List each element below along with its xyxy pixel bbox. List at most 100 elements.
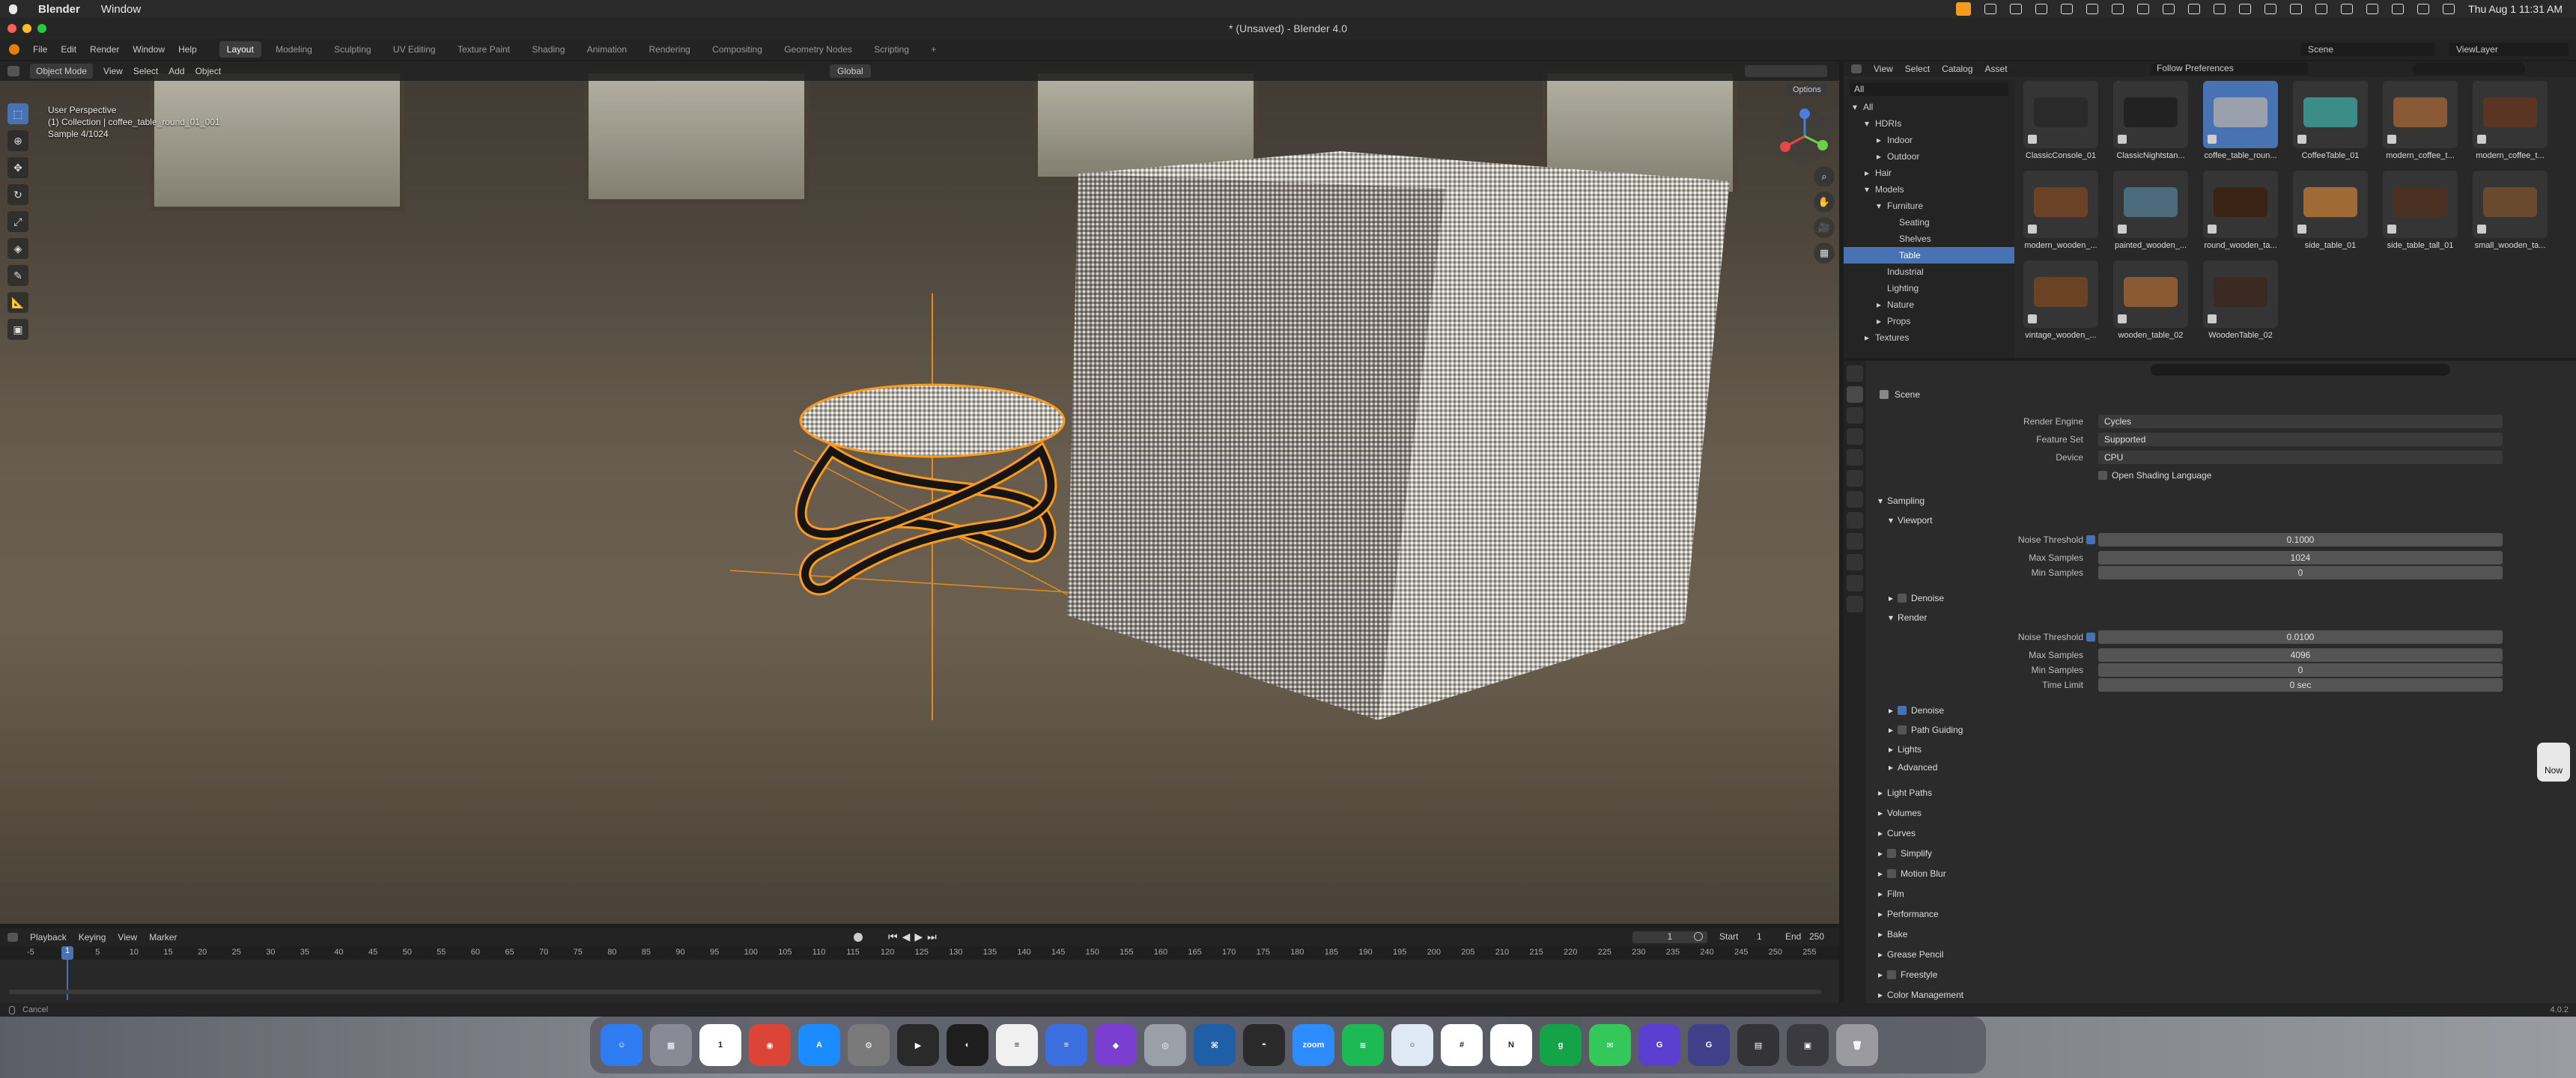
panel-freestyle[interactable]: ▸ Freestyle — [1878, 966, 2552, 983]
dock-app-blender-icon[interactable]: ◓ — [1243, 1024, 1285, 1066]
asset-tile[interactable]: ClassicConsole_01 — [2023, 81, 2098, 168]
catalog-filter[interactable]: All — [1850, 82, 2008, 96]
panel-motion-blur[interactable]: ▸ Motion Blur — [1878, 865, 2552, 882]
dock-app-trash-icon[interactable]: 🗑 — [1836, 1024, 1878, 1066]
r-min-samples-field[interactable]: 0 — [2098, 663, 2503, 677]
tab-uv-editing[interactable]: UV Editing — [386, 41, 443, 58]
render-subpanel[interactable]: ▾ Render — [1889, 609, 2563, 626]
wifi-icon[interactable] — [2417, 4, 2430, 14]
notification-badge[interactable]: Now — [2537, 743, 2570, 782]
catalog-item-furniture[interactable]: ▾ Furniture — [1844, 198, 2014, 214]
app-menu-blender[interactable]: Blender — [38, 3, 80, 16]
scene-selector[interactable]: Scene — [2300, 43, 2435, 56]
physics-tab-icon[interactable] — [1847, 554, 1863, 570]
device-dropdown[interactable]: CPU — [2098, 451, 2503, 464]
mode-selector[interactable]: Object Mode — [30, 64, 94, 79]
panel-checkbox[interactable] — [1887, 849, 1897, 858]
feature-set-dropdown[interactable]: Supported — [2098, 433, 2503, 446]
menu-help[interactable]: Help — [178, 44, 197, 55]
dock-app-notion-icon[interactable]: N — [1490, 1024, 1532, 1066]
dock-app-grammarly-icon[interactable]: g — [1540, 1024, 1582, 1066]
material-tab-icon[interactable] — [1847, 596, 1863, 612]
tray-icon-9[interactable] — [2214, 4, 2226, 14]
orange-app-icon[interactable] — [1956, 2, 1972, 16]
menu-file[interactable]: File — [33, 44, 47, 55]
tray-icon-12[interactable] — [2290, 4, 2303, 14]
menu-asset[interactable]: Asset — [1985, 64, 2008, 74]
dock-app-disk-utility-icon[interactable]: ◎ — [1144, 1024, 1186, 1066]
panel-curves[interactable]: ▸ Curves — [1878, 825, 2552, 841]
table-top[interactable] — [799, 383, 1066, 458]
add-cube-tool-icon[interactable]: ▣ — [7, 319, 28, 340]
panel-grease-pencil[interactable]: ▸ Grease Pencil — [1878, 946, 2552, 963]
library-dropdown[interactable]: Follow Preferences — [2151, 63, 2308, 75]
expand-arrow-icon[interactable]: ▸ — [1877, 135, 1887, 145]
tab-shading[interactable]: Shading — [524, 41, 572, 58]
panel-light-paths[interactable]: ▸ Light Paths — [1878, 785, 2552, 801]
timeline-scrollbar[interactable] — [9, 990, 1821, 994]
catalog-item-shelves[interactable]: Shelves — [1844, 231, 2014, 247]
dock-app-docs-icon[interactable]: ≡ — [996, 1024, 1038, 1066]
dock-app-finder-icon[interactable]: ☺ — [601, 1024, 643, 1066]
tool-tab-icon[interactable] — [1847, 365, 1863, 382]
tray-icon-4[interactable] — [2086, 4, 2099, 14]
lights-panel[interactable]: ▸ Lights — [1889, 741, 2563, 758]
tray-icon-6[interactable] — [2137, 4, 2150, 14]
dock-app-slack-icon[interactable]: # — [1441, 1024, 1483, 1066]
dock-app-gyroflow2-icon[interactable]: G — [1688, 1024, 1730, 1066]
dock-app-launchpad-icon[interactable]: ▦ — [650, 1024, 692, 1066]
dock-app-vs-code-icon[interactable]: ⌘ — [1194, 1024, 1236, 1066]
tab-texture-paint[interactable]: Texture Paint — [450, 41, 517, 58]
asset-tile[interactable]: small_wooden_ta... — [2473, 171, 2548, 258]
tray-icon-13[interactable] — [2315, 4, 2328, 14]
vp-noise-threshold-checkbox[interactable] — [2086, 535, 2095, 544]
panel-checkbox[interactable] — [1887, 869, 1897, 878]
tray-icon-8[interactable] — [2188, 4, 2201, 14]
panel-checkbox[interactable] — [1887, 970, 1897, 979]
menu-select[interactable]: Select — [1905, 64, 1930, 74]
tab-geometry-nodes[interactable]: Geometry Nodes — [777, 41, 860, 58]
dock-app-figma-icon[interactable]: ◐ — [947, 1024, 988, 1066]
render-tab-icon[interactable] — [1847, 386, 1863, 403]
menu-view[interactable]: View — [1874, 64, 1893, 74]
vp-max-samples-field[interactable]: 1024 — [2098, 551, 2503, 564]
vp-min-samples-field[interactable]: 0 — [2098, 566, 2503, 579]
navigation-gizmo[interactable] — [1775, 106, 1835, 166]
battery-icon[interactable] — [2392, 4, 2405, 14]
scale-tool-icon[interactable]: ⤢ — [7, 211, 28, 232]
menu-select[interactable]: Select — [133, 66, 158, 76]
transform-orientation-dropdown[interactable]: Global — [830, 64, 871, 78]
tray-icon-11[interactable] — [2264, 4, 2277, 14]
tray-icon-15[interactable] — [2366, 4, 2379, 14]
catalog-item-hair[interactable]: ▸ Hair — [1844, 165, 2014, 181]
viewport-subpanel[interactable]: ▾ Viewport — [1889, 512, 2563, 529]
asset-tile[interactable]: vintage_wooden_... — [2023, 261, 2098, 347]
catalog-item-textures[interactable]: ▸ Textures — [1844, 329, 2014, 346]
add-workspace-icon[interactable]: + — [923, 41, 944, 58]
control-center-icon[interactable] — [2443, 4, 2455, 14]
dock-app-gyroflow-icon[interactable]: G — [1638, 1024, 1680, 1066]
panel-color-management[interactable]: ▸ Color Management — [1878, 987, 2552, 1003]
menu-render[interactable]: Render — [90, 44, 119, 55]
tray-icon-10[interactable] — [2239, 4, 2252, 14]
editor-type-icon[interactable] — [7, 66, 19, 76]
output-tab-icon[interactable] — [1847, 407, 1863, 424]
menu-window[interactable]: Window — [101, 3, 141, 16]
editor-type-icon[interactable] — [7, 933, 18, 942]
dock-app-zoom-icon[interactable]: zoom — [1292, 1024, 1334, 1066]
zoom-window-button[interactable] — [37, 24, 46, 33]
expand-arrow-icon[interactable]: ▸ — [1877, 299, 1887, 310]
dock-app-folder-icon[interactable]: ▣ — [1787, 1024, 1829, 1066]
dock-app-messages-icon[interactable]: ✉ — [1589, 1024, 1631, 1066]
catalog-item-models[interactable]: ▾ Models — [1844, 181, 2014, 198]
move-tool-icon[interactable]: ✥ — [7, 157, 28, 178]
tab-sculpting[interactable]: Sculpting — [326, 41, 378, 58]
osl-checkbox[interactable]: Open Shading Language — [2098, 467, 2576, 484]
minimize-window-button[interactable] — [22, 24, 31, 33]
catalog-item-nature[interactable]: ▸ Nature — [1844, 296, 2014, 313]
expand-arrow-icon[interactable]: ▾ — [1865, 118, 1875, 129]
cursor-tool-icon[interactable]: ⊕ — [7, 130, 28, 151]
close-window-button[interactable] — [7, 24, 16, 33]
menu-marker[interactable]: Marker — [149, 932, 177, 943]
tray-icon-3[interactable] — [2061, 4, 2074, 14]
